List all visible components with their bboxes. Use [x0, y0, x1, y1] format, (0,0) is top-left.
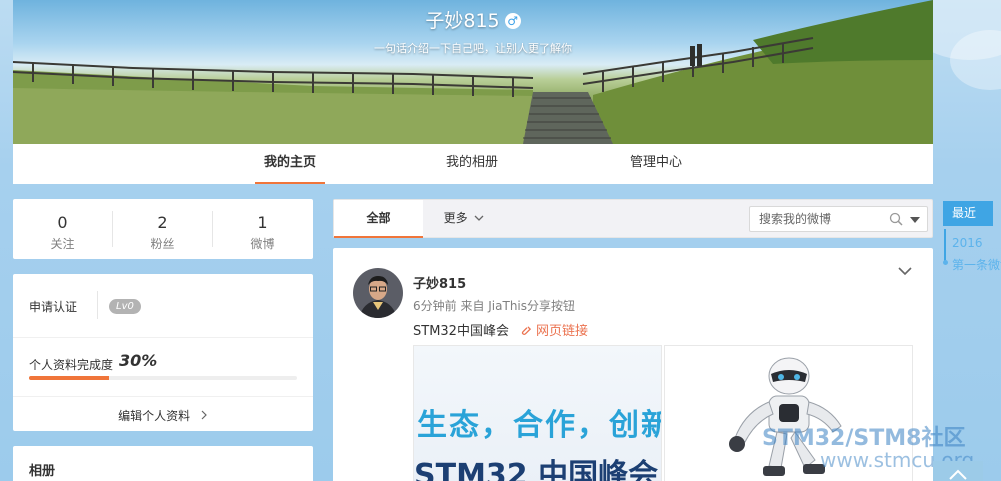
- stat-posts-count: 1: [257, 213, 268, 232]
- stat-posts[interactable]: 1 微博: [213, 199, 312, 259]
- level-badge[interactable]: Lv0: [109, 299, 141, 314]
- stat-posts-label: 微博: [250, 237, 275, 251]
- post-image-summit[interactable]: 生态，合作，创新 STM32 中国峰会: [413, 345, 662, 481]
- stats-card: 0 关注 2 粉丝 1 微博: [13, 199, 313, 259]
- chevron-down-icon[interactable]: [898, 266, 912, 276]
- timeline-year[interactable]: 2016: [952, 236, 983, 250]
- timeline-line: [944, 229, 946, 261]
- album-title[interactable]: 相册: [29, 460, 55, 479]
- tab-management-center[interactable]: 管理中心: [621, 144, 691, 184]
- tab-my-album[interactable]: 我的相册: [437, 144, 507, 184]
- divider: [13, 337, 313, 338]
- apply-verification-link[interactable]: 申请认证: [29, 298, 77, 315]
- album-card: 相册: [13, 446, 313, 481]
- stat-followers-count: 2: [157, 213, 168, 232]
- image-event-title: STM32 中国峰会: [414, 458, 659, 481]
- edit-profile-label: 编辑个人资料: [118, 409, 191, 423]
- profile-tab-bar: 我的主页 我的相册 管理中心: [13, 144, 933, 184]
- profile-completeness-bar: [29, 376, 297, 380]
- stat-following[interactable]: 0 关注: [13, 199, 112, 259]
- stat-following-label: 关注: [50, 237, 75, 251]
- profile-cover: 子妙815 ♂ 一句话介绍一下自己吧，让别人更了解你: [13, 0, 933, 144]
- chevron-down-icon: [474, 215, 484, 221]
- feed-filter-bar: 全部 更多: [333, 199, 933, 238]
- post-meta: 6分钟前 来自 JiaThis分享按钮: [413, 299, 576, 313]
- web-link[interactable]: 网页链接: [521, 324, 588, 339]
- profile-info-card: 申请认证 Lv0 个人资料完成度 30% 编辑个人资料: [13, 274, 313, 431]
- divider: [13, 396, 313, 397]
- tab-my-homepage[interactable]: 我的主页: [255, 144, 325, 184]
- profile-completeness-label: 个人资料完成度: [29, 358, 114, 372]
- stat-followers-label: 粉丝: [150, 237, 175, 251]
- male-icon: ♂: [504, 13, 521, 29]
- caret-down-icon[interactable]: [910, 217, 920, 223]
- profile-completeness-bar-fill: [29, 376, 110, 380]
- user-name: 子妙815: [425, 10, 500, 32]
- avatar-image: [353, 268, 403, 318]
- link-icon: [521, 326, 532, 336]
- feed-search-box: [749, 206, 928, 232]
- avatar[interactable]: [353, 268, 403, 318]
- divider: [97, 291, 98, 319]
- search-icon[interactable]: [889, 212, 903, 226]
- post-content: STM32中国峰会: [413, 324, 509, 339]
- feed-tab-more[interactable]: 更多: [434, 200, 494, 238]
- timeline-recent[interactable]: 最近: [943, 201, 993, 226]
- post-author[interactable]: 子妙815: [413, 273, 466, 292]
- timeline-first-post[interactable]: 第一条微博: [952, 256, 1001, 273]
- stat-following-count: 0: [57, 213, 68, 232]
- image-slogan: 生态，合作，创新: [417, 408, 662, 443]
- timeline-dot: [943, 260, 948, 265]
- feed-tab-more-label: 更多: [443, 211, 468, 225]
- feed-search-input[interactable]: [750, 207, 885, 231]
- chevron-right-icon: [201, 410, 207, 420]
- back-to-top-button[interactable]: [933, 461, 983, 481]
- post-text: STM32中国峰会 网页链接: [413, 320, 588, 339]
- stat-followers[interactable]: 2 粉丝: [113, 199, 212, 259]
- profile-completeness-value: 30%: [119, 351, 158, 370]
- user-intro[interactable]: 一句话介绍一下自己吧，让别人更了解你: [13, 40, 933, 56]
- edit-profile-link[interactable]: 编辑个人资料: [13, 407, 313, 424]
- web-link-label: 网页链接: [535, 324, 588, 339]
- arrow-up-icon: [949, 469, 967, 480]
- feed-tab-all[interactable]: 全部: [334, 200, 423, 238]
